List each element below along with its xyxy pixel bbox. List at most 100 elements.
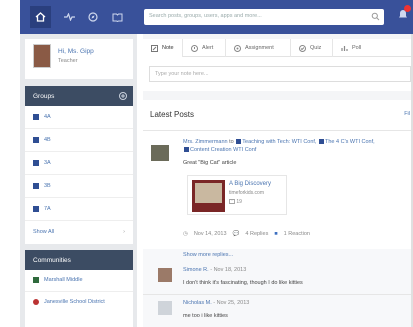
comment-author: Simone R. - Nov 18, 2013 <box>183 267 246 273</box>
compass-button[interactable] <box>86 10 100 24</box>
groups-show-all[interactable]: Show All › <box>25 221 133 244</box>
notifications-button[interactable] <box>398 5 411 22</box>
comment-author: Nicholas M. - Nov 25, 2013 <box>183 300 249 306</box>
community-item-marshall[interactable]: Marshall Middle <box>25 270 133 292</box>
activity-button[interactable] <box>62 10 76 24</box>
group-color-icon <box>184 147 189 153</box>
community-label: Janesville School District <box>44 299 105 305</box>
pencil-icon <box>151 44 158 52</box>
tab-alert[interactable]: Alert <box>183 39 226 57</box>
comment-text: me too i like kitties <box>183 313 228 319</box>
post-author-avatar[interactable] <box>151 145 169 161</box>
book-icon <box>229 199 235 205</box>
link-stat-count: 19 <box>236 199 242 205</box>
group-color-icon <box>33 114 39 120</box>
group-item-4b[interactable]: 4B <box>25 129 133 152</box>
group-label: 7A <box>44 206 51 212</box>
comment-item: Simone R. - Nov 18, 2013 I don't think i… <box>143 262 413 294</box>
tab-label: Poll <box>352 45 362 51</box>
post-text: Great "Big Cat" article <box>183 160 237 166</box>
profile-name[interactable]: Hi, Ms. Gipp <box>58 48 94 55</box>
group-item-7a[interactable]: 7A <box>25 198 133 221</box>
post-group-link[interactable]: The 4 C's WTI Conf, <box>325 139 375 145</box>
tab-note[interactable]: Note <box>143 39 183 57</box>
groups-title: Groups <box>33 93 55 100</box>
search-icon[interactable] <box>371 12 380 21</box>
chevron-right-icon: › <box>123 229 125 235</box>
post-meta: ◷ Nov 14, 2013 💬 4 Replies ■ 1 Reaction <box>183 231 310 237</box>
group-label: 4A <box>44 114 51 120</box>
clock-icon: ◷ <box>183 231 188 237</box>
post-author-link[interactable]: Mrs. Zimmermann <box>183 139 228 145</box>
group-color-icon <box>236 139 242 145</box>
link-url: timeforkids.com <box>229 190 265 196</box>
note-input[interactable]: Type your note here... <box>149 66 411 82</box>
profile-role: Teacher <box>58 58 78 64</box>
book-icon <box>112 13 122 22</box>
link-title[interactable]: A Big Discovery <box>229 181 271 187</box>
tab-poll[interactable]: Poll <box>333 39 371 57</box>
post-composer: Note Alert Assignment Quiz Poll Type you… <box>143 39 413 91</box>
search-box[interactable]: Search posts, groups, users, apps and mo… <box>144 9 384 25</box>
link-thumbnail <box>192 180 225 212</box>
group-label: 3B <box>44 183 51 189</box>
groups-header: Groups <box>25 86 133 106</box>
tab-assignment[interactable]: Assignment <box>226 39 291 57</box>
quiz-icon <box>299 44 306 52</box>
community-label: Marshall Middle <box>44 277 83 283</box>
add-group-icon[interactable] <box>119 92 127 100</box>
composer-tabs: Note Alert Assignment Quiz Poll <box>143 39 413 57</box>
comment-author-link[interactable]: Nicholas M. <box>183 300 212 306</box>
comment-avatar[interactable] <box>158 301 172 315</box>
groups-list: 4A 4B 3A 3B 7A Show All › <box>25 106 133 244</box>
notification-badge <box>404 5 411 12</box>
link-stat: 19 <box>229 199 242 205</box>
link-preview-card[interactable]: A Big Discovery timeforkids.com 19 <box>187 175 287 215</box>
post-group-link[interactable]: Teaching with Tech: WTI Conf, <box>242 139 316 145</box>
community-logo-icon <box>33 277 39 283</box>
group-item-3b[interactable]: 3B <box>25 175 133 198</box>
reactions-link[interactable]: 1 Reaction <box>284 231 310 237</box>
tab-label: Assignment <box>245 45 274 51</box>
reply-icon[interactable]: 💬 <box>233 231 240 237</box>
group-item-3a[interactable]: 3A <box>25 152 133 175</box>
feed-title: Latest Posts <box>150 110 195 119</box>
group-color-icon <box>319 139 324 145</box>
tab-label: Alert <box>202 45 214 51</box>
community-item-janesville[interactable]: Janesville School District <box>25 292 133 322</box>
group-color-icon <box>33 137 39 143</box>
home-button[interactable] <box>30 6 51 28</box>
show-all-label: Show All <box>33 229 55 235</box>
library-button[interactable] <box>110 10 124 24</box>
avatar[interactable] <box>33 44 51 68</box>
poll-icon <box>341 45 348 51</box>
note-placeholder: Type your note here... <box>155 71 209 77</box>
tab-label: Quiz <box>310 45 322 51</box>
feed-filter-link[interactable]: Fil <box>404 111 410 117</box>
comment-avatar[interactable] <box>158 268 172 282</box>
comment-text: I don't think it's fascinating, though I… <box>183 280 303 286</box>
profile-card: Hi, Ms. Gipp Teacher <box>25 39 133 79</box>
communities-title: Communities <box>33 257 71 264</box>
comment-author-link[interactable]: Simone R. <box>183 267 209 273</box>
replies-link[interactable]: 4 Replies <box>245 231 268 237</box>
activity-icon <box>63 13 75 21</box>
group-color-icon <box>33 206 39 212</box>
alert-icon <box>191 44 198 52</box>
comment-date: - Nov 25, 2013 <box>213 300 250 306</box>
assignment-icon <box>234 44 241 52</box>
post-group-link[interactable]: Content Creation WTI Conf <box>190 147 256 153</box>
compass-icon <box>88 12 98 22</box>
communities-header: Communities <box>25 250 133 270</box>
post-to-label: to <box>229 139 234 145</box>
group-item-4a[interactable]: 4A <box>25 106 133 129</box>
top-nav-bar: Search posts, groups, users, apps and mo… <box>20 0 413 34</box>
comment-item: Nicholas M. - Nov 25, 2013 me too i like… <box>143 295 413 327</box>
show-more-replies[interactable]: Show more replies... <box>143 249 413 262</box>
search-input[interactable]: Search posts, groups, users, apps and mo… <box>149 13 262 19</box>
left-sidebar: Hi, Ms. Gipp Teacher Groups 4A 4B 3A 3B … <box>20 34 137 327</box>
group-color-icon <box>33 183 39 189</box>
reaction-icon[interactable]: ■ <box>274 231 277 237</box>
divider <box>143 130 413 131</box>
tab-quiz[interactable]: Quiz <box>291 39 333 57</box>
